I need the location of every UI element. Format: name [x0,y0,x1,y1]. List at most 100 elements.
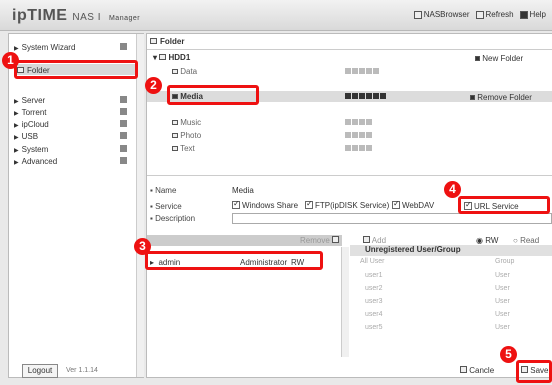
help-label: Help [529,10,546,19]
add-user-button[interactable]: Add [363,236,386,245]
cloud-icon [120,120,127,127]
expand-arrow-icon: ▶ [14,148,19,154]
unregistered-name: user3 [365,298,383,305]
nas-browser-link[interactable]: NASBrowser [413,10,470,19]
help-link[interactable]: Help [519,10,546,19]
tree-item-text[interactable]: Text [172,144,195,153]
rw-label: RW [485,236,499,245]
advanced-icon [120,157,127,164]
remove-user-label: Remove [300,236,330,245]
sidebar-item-torrent[interactable]: ▶ Torrent [14,108,47,117]
callout-2: 2 [145,77,162,94]
expand-arrow-icon: ▶ [14,123,19,129]
unregistered-row[interactable]: user3 [365,298,383,305]
folder-tree-header: Folder [150,37,184,49]
new-folder-label: New Folder [482,54,524,63]
description-input[interactable] [232,213,552,224]
service-webdav[interactable]: WebDAV [392,199,435,210]
callout-5: 5 [500,346,517,363]
new-folder-button[interactable]: New Folder [475,54,523,63]
service-ftp[interactable]: FTP(ipDISK Service) [305,199,390,210]
remove-user-button[interactable]: Remove [300,236,340,245]
refresh-link[interactable]: Refresh [475,10,514,19]
sidebar-item-ipcloud[interactable]: ▶ ipCloud [14,120,49,129]
webdav-label: WebDAV [402,201,435,210]
torrent-icon [120,108,127,115]
service-label: ▪ Service [150,202,182,211]
unregistered-type: User [495,272,510,279]
unregistered-row[interactable]: user5 [365,324,383,331]
expand-arrow-icon: ▶ [14,99,19,105]
sidebar-scrollbar[interactable] [136,34,144,377]
windows-share-checkbox[interactable] [232,199,240,209]
highlight-box-folder [14,60,138,79]
ftp-label: FTP(ipDISK Service) [315,201,390,210]
unregistered-type: User [495,324,510,331]
cancel-icon [460,366,467,373]
service-windows-share[interactable]: Windows Share [232,199,298,210]
sidebar-item-advanced[interactable]: ▶ Advanced [14,157,57,166]
unregistered-row[interactable]: All User [360,258,385,265]
folder-label: Data [180,67,198,76]
highlight-box-admin [145,251,323,270]
remove-folder-button[interactable]: Remove Folder [470,93,532,102]
arrow-right-icon [332,236,340,243]
tree-item-data[interactable]: Data [172,67,197,76]
unregistered-row[interactable]: user1 [365,272,383,279]
folder-label: Photo [180,131,202,140]
folder-tree-title: Folder [160,37,185,46]
drive-icon [159,54,167,60]
logo-text: ipTIME [12,7,68,24]
callout-1: 1 [2,52,19,69]
unregistered-name: user5 [365,324,383,331]
users-scrollbar[interactable] [341,247,349,357]
unregistered-header-text: Unregistered User/Group [365,245,461,254]
tree-item-photo[interactable]: Photo [172,131,201,140]
sidebar-item-label: System Wizard [21,43,76,52]
sidebar-item-label: Torrent [21,108,47,117]
unregistered-header: Unregistered User/Group [350,245,552,256]
sidebar-item-system[interactable]: ▶ System [14,145,48,154]
sidebar-item-label: USB [21,132,39,141]
tree-item-hdd1[interactable]: ▾ HDD1 [153,53,190,62]
folder-label: Music [180,118,202,127]
sidebar-item-label: Advanced [21,157,58,166]
logout-button[interactable]: Logout [22,364,58,378]
name-label: ▪ Name [150,186,177,195]
highlight-box-url-service [458,196,550,214]
callout-3: 3 [134,238,151,255]
rw-radio[interactable]: ◉ RW [476,236,498,245]
arrow-left-icon [363,236,370,243]
callout-4: 4 [444,181,461,198]
folder-icon [172,69,178,74]
folder-icon [172,146,178,151]
ftp-checkbox[interactable] [305,199,313,209]
sidebar-item-system-wizard[interactable]: ▶ System Wizard [14,43,75,52]
unregistered-row[interactable]: user2 [365,285,383,292]
webdav-checkbox[interactable] [392,199,400,209]
highlight-box-save [516,360,552,383]
system-icon [120,145,127,152]
usb-icon [120,132,127,139]
sidebar-item-usb[interactable]: ▶ USB [14,132,38,141]
permission-icons [345,145,373,153]
permission-icons [345,93,387,101]
divider [147,175,552,176]
expand-arrow-icon: ▶ [14,160,19,166]
refresh-label: Refresh [485,10,514,19]
service-label-text: Service [155,202,182,211]
permission-icons [345,68,380,76]
tree-item-music[interactable]: Music [172,118,201,127]
name-value: Media [232,186,254,195]
refresh-icon [475,10,484,19]
top-links: NASBrowser Refresh Help [413,10,546,19]
sidebar-item-label: Server [21,96,46,105]
nas-browser-label: NASBrowser [423,10,470,19]
expand-arrow-icon: ▶ [14,135,19,141]
cancel-button[interactable]: Cancle [460,366,494,375]
folder-label: Text [180,144,195,153]
sidebar-item-server[interactable]: ▶ Server [14,96,45,105]
remove-folder-icon [470,95,475,100]
sidebar-item-label: ipCloud [21,120,49,129]
unregistered-row[interactable]: user4 [365,311,383,318]
